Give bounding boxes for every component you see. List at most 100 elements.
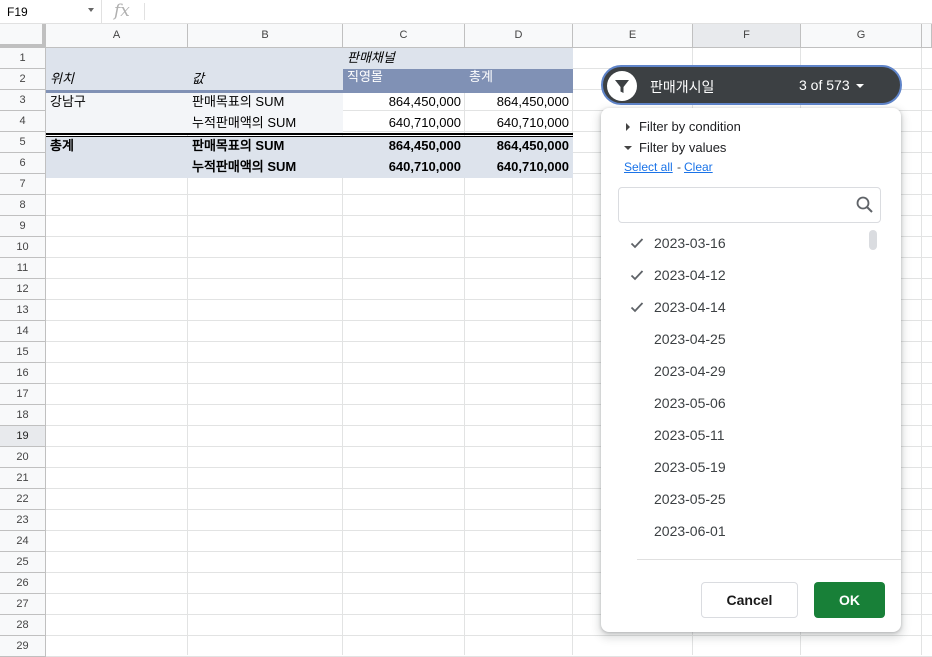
checkmark-icon — [630, 300, 644, 319]
filter-value-label: 2023-04-12 — [654, 267, 726, 283]
pivot-row-total: 864,450,000 — [496, 94, 569, 109]
column-header-d[interactable]: D — [465, 24, 573, 48]
row-header[interactable]: 7 — [0, 174, 46, 195]
fx-icon: fx — [114, 1, 130, 21]
name-box-value: F19 — [7, 5, 28, 19]
pivot-channel-header: 판매채널 — [347, 50, 395, 65]
row-header[interactable]: 11 — [0, 258, 46, 279]
row-header[interactable]: 3 — [0, 90, 46, 111]
row-header[interactable]: 25 — [0, 552, 46, 573]
row-header[interactable]: 20 — [0, 447, 46, 468]
pivot-row-header-values: 값 — [192, 71, 204, 86]
formula-separator — [144, 3, 145, 20]
clear-link[interactable]: Clear — [684, 160, 713, 174]
row-header[interactable]: 17 — [0, 384, 46, 405]
row-header[interactable]: 26 — [0, 573, 46, 594]
pivot-col-direct: 직영몰 — [347, 69, 383, 84]
row-header[interactable]: 27 — [0, 594, 46, 615]
name-box[interactable]: F19 — [0, 0, 102, 24]
row-header[interactable]: 28 — [0, 615, 46, 636]
pivot-grand-total: 640,710,000 — [496, 159, 569, 174]
formula-bar: F19 fx — [0, 0, 932, 24]
pivot-grand-direct: 640,710,000 — [388, 159, 461, 174]
row-header[interactable]: 29 — [0, 636, 46, 657]
filter-value-item[interactable]: 2023-03-16 — [618, 228, 868, 260]
column-header-edge — [922, 24, 932, 48]
column-header-f[interactable]: F — [693, 24, 801, 48]
filter-value-label: 2023-06-01 — [654, 523, 726, 539]
row-header[interactable]: 5 — [0, 132, 46, 153]
filter-value-label: 2023-05-11 — [654, 427, 725, 443]
row-header[interactable]: 9 — [0, 216, 46, 237]
filter-value-label: 2023-05-19 — [654, 459, 726, 475]
row-header[interactable]: 19 — [0, 426, 46, 447]
column-header-g[interactable]: G — [801, 24, 922, 48]
filter-value-label: 2023-04-14 — [654, 299, 726, 315]
pivot-grand-value-label: 판매목표의 SUM — [192, 138, 285, 153]
link-separator: - — [677, 160, 681, 174]
filter-value-item[interactable]: 2023-04-12 — [618, 260, 868, 292]
filter-value-item[interactable]: 2023-06-01 — [618, 516, 868, 548]
filter-field-name: 판매개시일 — [650, 79, 715, 95]
row-header[interactable]: 24 — [0, 531, 46, 552]
row-header[interactable]: 10 — [0, 237, 46, 258]
filter-value-item[interactable]: 2023-04-25 — [618, 324, 868, 356]
cancel-button[interactable]: Cancel — [701, 582, 798, 618]
filter-search-box[interactable] — [618, 187, 881, 223]
filter-value-item[interactable]: 2023-05-25 — [618, 484, 868, 516]
row-header[interactable]: 4 — [0, 111, 46, 132]
pivot-row-direct: 640,710,000 — [388, 115, 461, 130]
pivot-grand-total-label: 총계 — [50, 138, 74, 153]
filter-value-label: 2023-04-25 — [654, 331, 726, 347]
ok-button[interactable]: OK — [814, 582, 885, 618]
filter-value-label: 2023-05-25 — [654, 491, 726, 507]
list-scrollbar[interactable] — [869, 230, 877, 250]
filter-field-chip[interactable]: 판매개시일 3 of 573 — [601, 65, 902, 105]
row-header[interactable]: 6 — [0, 153, 46, 174]
pivot-grand-total: 864,450,000 — [496, 138, 569, 153]
chevron-down-icon — [856, 84, 864, 88]
pivot-row-direct: 864,450,000 — [388, 94, 461, 109]
row-header[interactable]: 16 — [0, 363, 46, 384]
expand-down-icon[interactable] — [624, 146, 632, 150]
filter-icon — [607, 71, 637, 101]
column-header-c[interactable]: C — [343, 24, 465, 48]
row-header[interactable]: 21 — [0, 468, 46, 489]
pivot-grand-direct: 864,450,000 — [388, 138, 461, 153]
filter-value-item[interactable]: 2023-05-06 — [618, 388, 868, 420]
column-header-e[interactable]: E — [573, 24, 693, 48]
filter-search-input[interactable] — [627, 189, 857, 221]
filter-by-condition[interactable]: Filter by condition — [639, 119, 741, 134]
row-header[interactable]: 2 — [0, 69, 46, 90]
pivot-col-total: 총계 — [469, 69, 493, 84]
select-all-link[interactable]: Select all — [624, 160, 673, 174]
name-box-dropdown-icon[interactable] — [88, 8, 94, 12]
row-header[interactable]: 13 — [0, 300, 46, 321]
filter-by-values[interactable]: Filter by values — [639, 140, 726, 155]
row-header[interactable]: 8 — [0, 195, 46, 216]
row-header[interactable]: 18 — [0, 405, 46, 426]
filter-value-label: 2023-03-16 — [654, 235, 726, 251]
checkmark-icon — [630, 236, 644, 255]
column-header-b[interactable]: B — [188, 24, 343, 48]
select-all-corner[interactable] — [0, 24, 46, 48]
grid-line — [46, 635, 932, 636]
filter-value-item[interactable]: 2023-05-11 — [618, 420, 868, 452]
filter-count: 3 of 573 — [799, 77, 850, 93]
row-header[interactable]: 1 — [0, 48, 46, 69]
row-header[interactable]: 23 — [0, 510, 46, 531]
column-header-a[interactable]: A — [46, 24, 188, 48]
pivot-grand-value-label: 누적판매액의 SUM — [192, 159, 297, 174]
row-header[interactable]: 22 — [0, 489, 46, 510]
row-header[interactable]: 15 — [0, 342, 46, 363]
grid-line — [921, 48, 922, 655]
pivot-row-total: 640,710,000 — [496, 115, 569, 130]
row-header[interactable]: 12 — [0, 279, 46, 300]
row-header[interactable]: 14 — [0, 321, 46, 342]
filter-value-item[interactable]: 2023-05-19 — [618, 452, 868, 484]
expand-right-icon[interactable] — [626, 123, 630, 131]
filter-value-item[interactable]: 2023-04-29 — [618, 356, 868, 388]
popup-divider — [637, 559, 901, 560]
pivot-total-line-1 — [46, 133, 573, 135]
filter-value-item[interactable]: 2023-04-14 — [618, 292, 868, 324]
